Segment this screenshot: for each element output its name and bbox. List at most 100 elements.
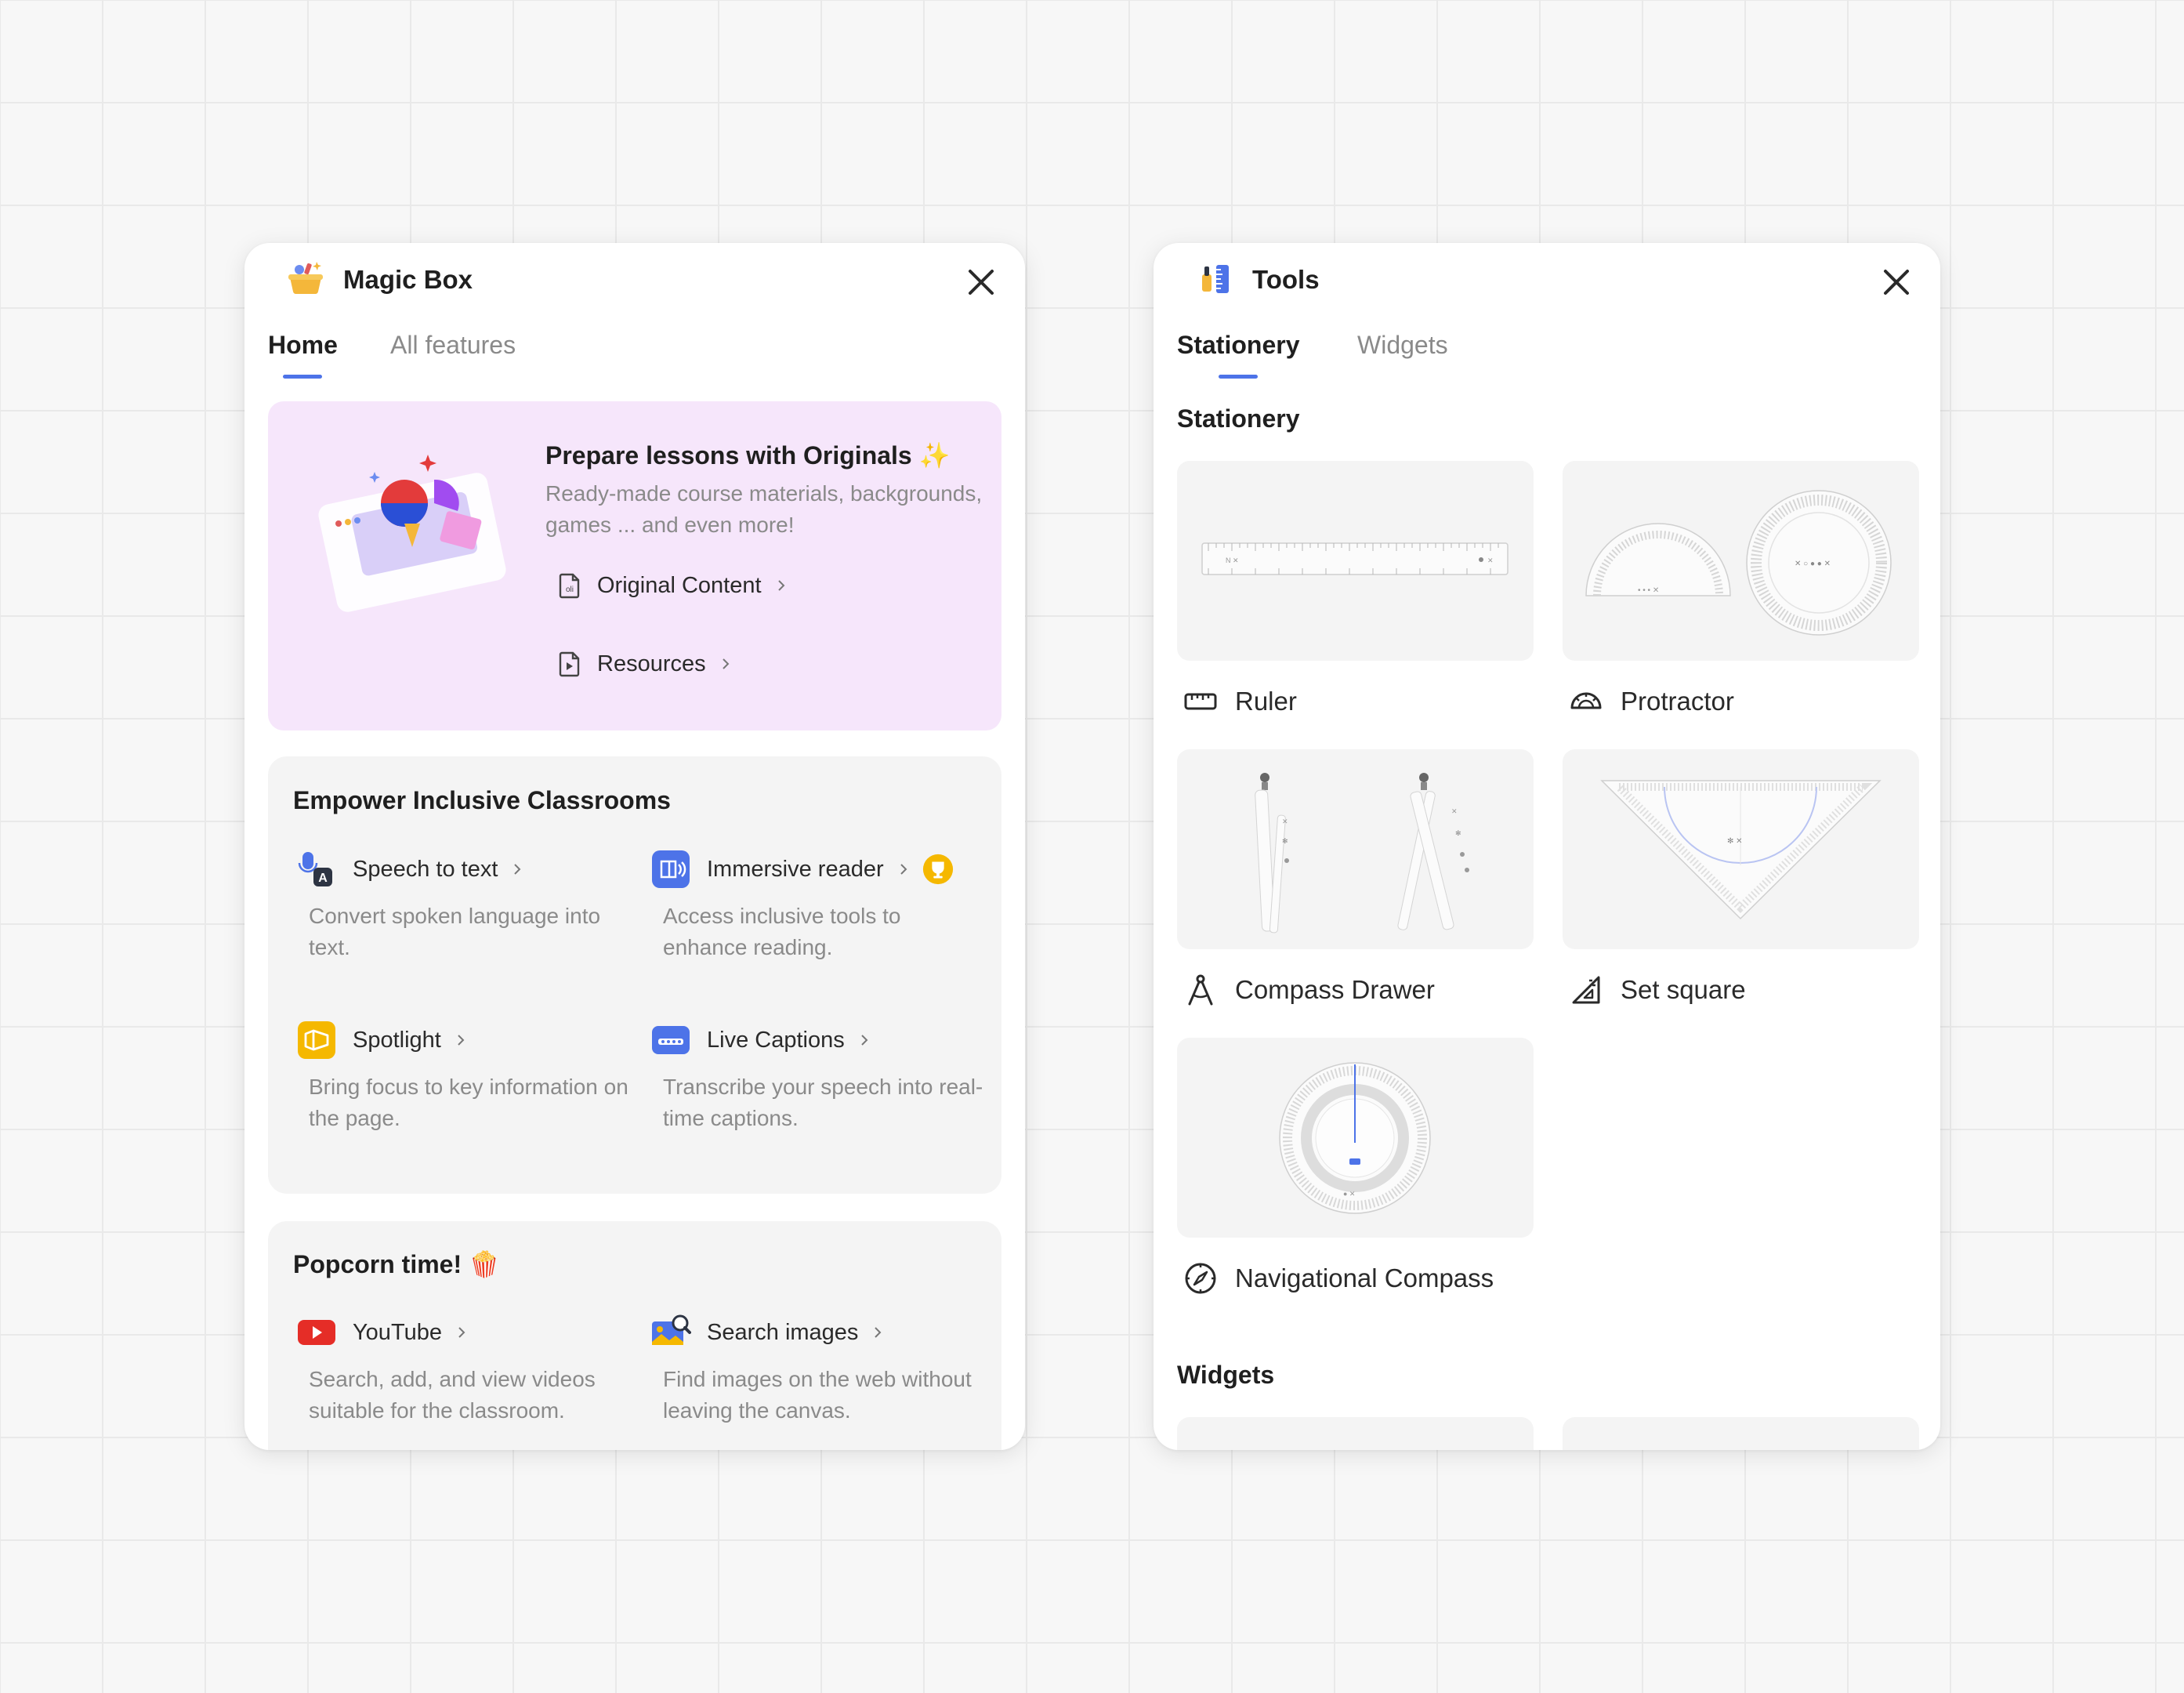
svg-text:✻ ✕: ✻ ✕ bbox=[1727, 837, 1743, 846]
feature-name: YouTube bbox=[353, 1319, 442, 1345]
feature-description: Find images on the web without leaving t… bbox=[663, 1367, 972, 1423]
close-icon[interactable] bbox=[1879, 265, 1914, 299]
svg-text:✕ ○ ● ● ✕: ✕ ○ ● ● ✕ bbox=[1795, 560, 1831, 568]
resources-link[interactable]: Resources bbox=[556, 647, 733, 681]
image-search-icon bbox=[652, 1314, 691, 1345]
tool-label[interactable]: Protractor bbox=[1563, 678, 1919, 725]
stationery-heading: Stationery bbox=[1177, 404, 1300, 433]
ruler-preview[interactable]: N ✕ ✕ bbox=[1177, 461, 1534, 661]
promo-description: Ready-made course materials, backgrounds… bbox=[545, 481, 983, 537]
svg-text:oli: oli bbox=[566, 585, 574, 594]
svg-text:✕: ✕ bbox=[1451, 807, 1458, 815]
popcorn-icon: 🍿 bbox=[469, 1250, 500, 1278]
tool-label[interactable]: Set square bbox=[1563, 966, 1919, 1013]
spotlight-icon bbox=[298, 1021, 335, 1059]
link-label: Resources bbox=[597, 651, 706, 676]
compass-drawer-icon bbox=[1188, 974, 1213, 1006]
feature-description: Transcribe your speech into real-time ca… bbox=[663, 1075, 983, 1130]
svg-text:✕: ✕ bbox=[1282, 817, 1288, 825]
tool-label[interactable]: Compass Drawer bbox=[1177, 966, 1534, 1013]
tool-set-square[interactable]: ✻ ✕ Set square bbox=[1563, 749, 1919, 1013]
magic-box-panel: Magic Box Home All features Prepare less… bbox=[244, 243, 1025, 1450]
active-tab-indicator bbox=[1219, 375, 1259, 379]
immersive-reader-icon bbox=[652, 850, 690, 888]
microphone-icon: A bbox=[298, 852, 332, 886]
feature-speech-to-text[interactable]: A Speech to text Convert spoken language… bbox=[296, 849, 633, 963]
set-square-preview[interactable]: ✻ ✕ bbox=[1563, 749, 1919, 949]
feature-name: Search images bbox=[707, 1319, 859, 1345]
tool-label[interactable]: Ruler bbox=[1177, 678, 1534, 725]
feature-immersive-reader[interactable]: Immersive reader Access inclusive tools … bbox=[650, 849, 987, 963]
tools-header: Tools bbox=[1154, 243, 1940, 321]
protractor-preview[interactable]: • • • ✕ ✕ ○ ● ● ✕ bbox=[1563, 461, 1919, 661]
chevron-right-icon bbox=[458, 1327, 465, 1338]
chevron-right-icon bbox=[458, 1035, 465, 1046]
tool-label[interactable]: Navigational Compass bbox=[1177, 1255, 1534, 1302]
captions-icon bbox=[652, 1026, 690, 1054]
svg-text:● ✕: ● ✕ bbox=[1343, 1190, 1355, 1198]
navigational-compass-preview[interactable]: ● ✕ bbox=[1177, 1038, 1534, 1238]
tool-ruler[interactable]: N ✕ ✕ Ruler bbox=[1177, 461, 1534, 725]
set-square-icon bbox=[1572, 976, 1600, 1004]
panel-title: Magic Box bbox=[343, 265, 473, 294]
feature-description: Search, add, and view videos suitable fo… bbox=[309, 1367, 596, 1423]
tool-navigational-compass[interactable]: ● ✕ Navigational Compass bbox=[1177, 1038, 1534, 1302]
tool-name: Navigational Compass bbox=[1235, 1263, 1494, 1292]
svg-text:✕: ✕ bbox=[1487, 556, 1494, 564]
feature-description: Convert spoken language into text. bbox=[309, 904, 601, 959]
close-icon[interactable] bbox=[964, 265, 998, 299]
tool-name: Ruler bbox=[1235, 687, 1297, 716]
panel-title: Tools bbox=[1252, 265, 1320, 294]
originals-illustration bbox=[318, 455, 506, 612]
feature-description: Bring focus to key information on the pa… bbox=[309, 1075, 628, 1130]
tab-home[interactable]: Home bbox=[268, 331, 338, 379]
magic-box-icon bbox=[288, 262, 323, 295]
youtube-icon bbox=[298, 1320, 335, 1345]
ruler-illustration: N ✕ ✕ bbox=[1201, 542, 1509, 575]
feature-youtube[interactable]: YouTube Search, add, and view videos sui… bbox=[296, 1312, 633, 1427]
link-label: Original Content bbox=[597, 572, 762, 598]
tools-panel: Tools Stationery Widgets Stationery N ✕ … bbox=[1154, 243, 1940, 1450]
card-title: Popcorn time! 🍿 bbox=[293, 1249, 500, 1279]
tool-protractor[interactable]: • • • ✕ ✕ ○ ● ● ✕ Protractor bbox=[1563, 461, 1919, 725]
chevron-right-icon bbox=[777, 580, 784, 591]
tab-all-features[interactable]: All features bbox=[390, 331, 516, 360]
promo-title-text: Prepare lessons with Originals bbox=[545, 441, 912, 469]
widget-card-preview[interactable] bbox=[1177, 1417, 1534, 1450]
widgets-heading: Widgets bbox=[1177, 1361, 1275, 1389]
chevron-right-icon bbox=[722, 658, 730, 669]
active-tab-indicator bbox=[283, 375, 323, 379]
popcorn-time-card: Popcorn time! 🍿 YouTube Search, add, and… bbox=[268, 1221, 1001, 1450]
chevron-right-icon bbox=[900, 864, 907, 875]
feature-live-captions[interactable]: Live Captions Transcribe your speech int… bbox=[650, 1020, 987, 1134]
protractor-icon bbox=[1570, 692, 1602, 709]
feature-name: Speech to text bbox=[353, 856, 498, 882]
feature-name: Live Captions bbox=[707, 1027, 845, 1053]
tool-compass-drawer[interactable]: ✕ ✻ ✕ ✻ Compass Drawer bbox=[1177, 749, 1534, 1013]
tab-label: Stationery bbox=[1177, 331, 1300, 359]
feature-name: Immersive reader bbox=[707, 856, 884, 882]
tab-widgets[interactable]: Widgets bbox=[1357, 331, 1448, 360]
play-document-icon bbox=[559, 651, 580, 677]
tab-stationery[interactable]: Stationery bbox=[1177, 331, 1300, 379]
widget-card-preview[interactable] bbox=[1563, 1417, 1919, 1450]
promo-title: Prepare lessons with Originals ✨ bbox=[545, 440, 950, 470]
svg-text:✻: ✻ bbox=[1282, 837, 1288, 845]
feature-search-images[interactable]: Search images Find images on the web wit… bbox=[650, 1312, 987, 1427]
card-title-text: Popcorn time! bbox=[293, 1250, 462, 1278]
feature-description: Access inclusive tools to enhance readin… bbox=[663, 904, 901, 959]
tool-name: Set square bbox=[1621, 975, 1746, 1004]
compass-drawer-illustration: ✕ ✻ ✕ ✻ bbox=[1255, 773, 1469, 934]
original-content-link[interactable]: oli Original Content bbox=[556, 568, 788, 603]
tool-name: Compass Drawer bbox=[1235, 975, 1435, 1004]
chevron-right-icon bbox=[861, 1035, 868, 1046]
svg-text:✻: ✻ bbox=[1455, 829, 1461, 837]
inclusive-classrooms-card: Empower Inclusive Classrooms A Speech to… bbox=[268, 756, 1001, 1194]
svg-text:• • • ✕: • • • ✕ bbox=[1638, 586, 1659, 595]
document-icon: oli bbox=[559, 573, 580, 599]
sparkles-icon: ✨ bbox=[918, 441, 951, 469]
feature-spotlight[interactable]: Spotlight Bring focus to key information… bbox=[296, 1020, 633, 1134]
tool-name: Protractor bbox=[1621, 687, 1734, 716]
compass-drawer-preview[interactable]: ✕ ✻ ✕ ✻ bbox=[1177, 749, 1534, 949]
trophy-badge-icon bbox=[922, 854, 953, 885]
